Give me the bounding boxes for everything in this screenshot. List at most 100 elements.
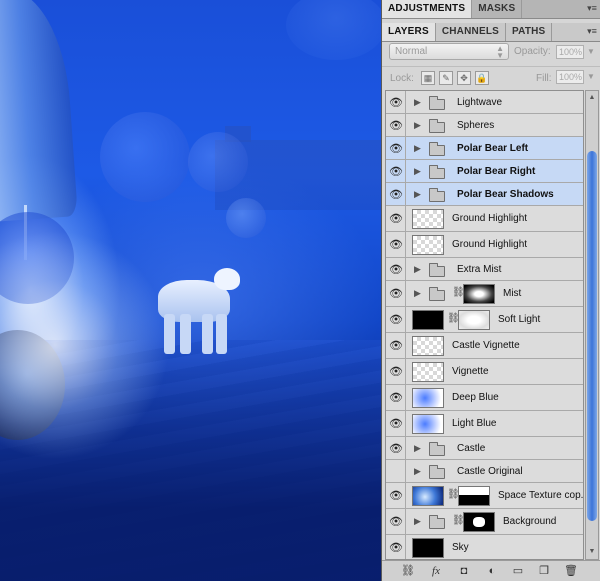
eye-icon: 👁 <box>389 542 403 554</box>
adjustment-layer-icon[interactable]: ◐ <box>484 564 500 578</box>
visibility-toggle[interactable]: 👁 <box>386 258 406 280</box>
layer-mask-thumbnail[interactable] <box>458 486 490 506</box>
layer-name: Spheres <box>457 119 495 131</box>
fill-label: Fill: <box>536 73 552 84</box>
layer-row[interactable]: 👁 ▶ Polar Bear Right <box>386 160 583 183</box>
layer-row[interactable]: 👁 Light Blue <box>386 411 583 437</box>
expand-arrow-icon[interactable]: ▶ <box>414 443 421 454</box>
layer-thumbnail[interactable] <box>412 209 444 229</box>
layer-mask-thumbnail[interactable] <box>463 512 495 532</box>
layers-tab-layers[interactable]: LAYERS <box>382 23 436 41</box>
layer-row[interactable]: 👁 ▶ ⛓ Mist <box>386 281 583 307</box>
expand-arrow-icon[interactable]: ▶ <box>414 288 421 299</box>
layer-mask-thumbnail[interactable] <box>463 284 495 304</box>
eye-icon: 👁 <box>389 442 403 455</box>
layer-row[interactable]: 👁 ▶ Polar Bear Shadows <box>386 183 583 206</box>
layer-row[interactable]: 👁 ▶ ⛓ Background <box>386 509 583 535</box>
scroll-thumb[interactable] <box>587 151 597 521</box>
visibility-toggle[interactable]: 👁 <box>386 437 406 459</box>
eye-icon: 👁 <box>389 314 403 326</box>
lock-all-icon[interactable]: 🔒 <box>475 71 489 85</box>
visibility-toggle[interactable]: 👁 <box>386 183 406 205</box>
expand-arrow-icon[interactable]: ▶ <box>414 516 421 527</box>
scroll-up-icon[interactable]: ▲ <box>587 93 597 103</box>
trash-icon[interactable]: 🗑 <box>563 564 579 578</box>
lock-pixels-icon[interactable]: ✎ <box>439 71 453 85</box>
layer-row[interactable]: 👁 ▶ Lightwave <box>386 91 583 114</box>
fx-icon[interactable]: fx <box>428 564 444 578</box>
expand-arrow-icon[interactable]: ▶ <box>414 189 421 200</box>
adjustments-tab-masks[interactable]: MASKS <box>472 0 523 18</box>
layer-row[interactable]: 👁 Sky <box>386 535 583 559</box>
new-layer-icon[interactable]: ❐ <box>536 564 552 578</box>
lock-row: Lock: ▦ ✎ ✥ 🔒 Fill: 100% ▼ <box>382 66 600 88</box>
expand-arrow-icon[interactable]: ▶ <box>414 166 421 177</box>
fill-field[interactable]: 100% <box>556 70 584 84</box>
expand-arrow-icon[interactable]: ▶ <box>414 466 421 477</box>
visibility-toggle[interactable]: 👁 <box>386 137 406 159</box>
opacity-arrow-icon[interactable]: ▼ <box>586 45 596 59</box>
visibility-toggle[interactable]: 👁 <box>386 535 406 559</box>
layer-row[interactable]: 👁 Ground Highlight <box>386 232 583 258</box>
layer-row[interactable]: 👁 Ground Highlight <box>386 206 583 232</box>
visibility-toggle[interactable]: 👁 <box>386 359 406 384</box>
visibility-toggle[interactable]: 👁 <box>386 206 406 231</box>
layer-thumbnail[interactable] <box>412 336 444 356</box>
layer-row[interactable]: ▶ Castle Original <box>386 460 583 483</box>
visibility-toggle[interactable]: 👁 <box>386 281 406 306</box>
layer-thumbnail[interactable] <box>412 414 444 434</box>
expand-arrow-icon[interactable]: ▶ <box>414 97 421 108</box>
layer-mask-thumbnail[interactable] <box>458 310 490 330</box>
artwork-canvas[interactable] <box>0 0 381 581</box>
layers-tab-paths[interactable]: PATHS <box>506 23 553 41</box>
layers-menu-icon[interactable]: ▾≡ <box>583 23 600 41</box>
layer-row[interactable]: 👁 Vignette <box>386 359 583 385</box>
scroll-down-icon[interactable]: ▼ <box>587 547 597 557</box>
layer-row[interactable]: 👁 ▶ Extra Mist <box>386 258 583 281</box>
layer-name: Polar Bear Right <box>457 165 536 177</box>
visibility-toggle[interactable]: 👁 <box>386 114 406 136</box>
visibility-toggle[interactable]: 👁 <box>386 91 406 113</box>
panel-menu-icon[interactable]: ▾≡ <box>583 0 600 18</box>
layer-row[interactable]: 👁 ▶ Castle <box>386 437 583 460</box>
layer-thumbnail[interactable] <box>412 486 444 506</box>
layer-thumbnail[interactable] <box>412 310 444 330</box>
layer-name: Background <box>503 516 557 527</box>
adjustments-tab-adjustments[interactable]: ADJUSTMENTS <box>382 0 473 18</box>
layer-row[interactable]: 👁 ⛓ Soft Light <box>386 307 583 333</box>
new-group-icon[interactable]: ▭ <box>510 564 526 578</box>
layers-tab-channels[interactable]: CHANNELS <box>436 23 507 41</box>
layer-row[interactable]: 👁 ▶ Polar Bear Left <box>386 137 583 160</box>
layer-row[interactable]: 👁 Castle Vignette <box>386 333 583 359</box>
visibility-toggle[interactable]: 👁 <box>386 483 406 508</box>
expand-arrow-icon[interactable]: ▶ <box>414 143 421 154</box>
lock-label: Lock: <box>390 73 414 84</box>
layer-row[interactable]: 👁 Deep Blue <box>386 385 583 411</box>
visibility-toggle[interactable]: 👁 <box>386 307 406 332</box>
layers-scrollbar[interactable]: ▲ ▼ <box>585 90 599 560</box>
layer-thumbnail[interactable] <box>412 362 444 382</box>
opacity-field[interactable]: 100% <box>556 45 584 59</box>
visibility-toggle[interactable]: 👁 <box>386 160 406 182</box>
visibility-toggle[interactable]: 👁 <box>386 333 406 358</box>
visibility-toggle[interactable] <box>386 460 406 482</box>
visibility-toggle[interactable]: 👁 <box>386 385 406 410</box>
layer-thumbnail[interactable] <box>412 235 444 255</box>
visibility-toggle[interactable]: 👁 <box>386 411 406 436</box>
lock-position-icon[interactable]: ✥ <box>457 71 471 85</box>
layers-bottom-bar: ⛓ fx ◘ ◐ ▭ ❐ 🗑 <box>382 560 600 581</box>
lock-transparency-icon[interactable]: ▦ <box>421 71 435 85</box>
expand-arrow-icon[interactable]: ▶ <box>414 120 421 131</box>
blend-mode-select[interactable]: Normal ▲ ▼ <box>389 43 509 60</box>
add-mask-icon[interactable]: ◘ <box>456 564 472 578</box>
layer-name: Ground Highlight <box>452 239 528 250</box>
fill-arrow-icon[interactable]: ▼ <box>586 70 596 84</box>
layer-row[interactable]: 👁 ▶ Spheres <box>386 114 583 137</box>
link-layers-icon[interactable]: ⛓ <box>400 564 416 578</box>
layer-thumbnail[interactable] <box>412 388 444 408</box>
layer-row[interactable]: 👁 ⛓ Space Texture cop... <box>386 483 583 509</box>
layer-thumbnail[interactable] <box>412 538 444 558</box>
visibility-toggle[interactable]: 👁 <box>386 509 406 534</box>
visibility-toggle[interactable]: 👁 <box>386 232 406 257</box>
expand-arrow-icon[interactable]: ▶ <box>414 264 421 275</box>
